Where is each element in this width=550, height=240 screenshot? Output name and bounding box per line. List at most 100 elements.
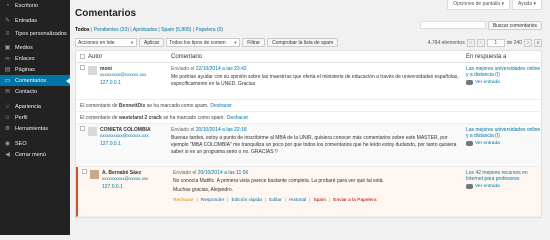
screen-meta-tabs: Opciones de pantalla ▾ Ayuda ▾ (447, 0, 542, 10)
current-page-input[interactable]: 1 (486, 38, 505, 47)
author-ip[interactable]: 127.0.0.1 (100, 80, 146, 86)
bulk-actions-select[interactable]: Acciones en lote ▼ (75, 38, 137, 47)
view-post-link[interactable]: Ver entrada (466, 80, 500, 85)
menu-item-medios[interactable]: ▣ Medios (0, 42, 70, 53)
screen-options-button[interactable]: Opciones de pantalla ▾ (447, 0, 510, 10)
response-post-link[interactable]: Las mejores universidades online y a dis… (466, 63, 541, 78)
filter-spam-link[interactable]: Spam (5,805) (161, 27, 191, 33)
menu-item-enlaces[interactable]: ∞ Enlaces (0, 53, 70, 64)
next-page-button[interactable]: › (524, 38, 532, 47)
reject-action[interactable]: Rechazar (173, 198, 194, 203)
pushpin-icon: ✎ (4, 18, 11, 24)
column-header-comment: Comentario (171, 53, 203, 60)
comment-count-icon (466, 80, 473, 85)
row-checkbox[interactable] (79, 126, 85, 131)
comment-date-link[interactable]: 20/10/2014 a las 11:56 (198, 170, 249, 176)
admin-sidebar: ◔ Escritorio ✎ Entradas ≡ Tipos personaliza… (0, 0, 70, 235)
comment-type-select[interactable]: Todos los tipos de comen ▼ (166, 38, 241, 47)
search-box: Buscar comentarios (419, 21, 542, 30)
menu-label: Perfil (15, 114, 28, 121)
comment-icon: ▭ (4, 78, 11, 84)
author-email[interactable]: xxxxxxxxx@xxxxxx.xxx (100, 72, 146, 77)
spam-action[interactable]: Spam (314, 198, 327, 203)
view-post-link[interactable]: Ver entrada (466, 184, 500, 189)
avatar (90, 170, 99, 179)
menu-item-apariencia[interactable]: ♧ Apariencia (0, 101, 70, 112)
status-filter-links: Todos | Pendientes (33) | Aprobados | Sp… (75, 27, 224, 33)
chevron-down-icon: ▼ (233, 40, 238, 45)
undo-link[interactable]: Deshacer (227, 115, 248, 121)
search-comments-button[interactable]: Buscar comentarios (487, 21, 542, 30)
menu-label: Contacto (15, 88, 38, 95)
select-all-checkbox[interactable] (79, 54, 85, 59)
search-input[interactable] (419, 21, 486, 29)
comment-count-icon (466, 141, 473, 146)
comment-count-icon (466, 184, 473, 189)
response-post-link[interactable]: Las mejores universidades online y a dis… (466, 124, 541, 139)
menu-label: Páginas (15, 66, 35, 73)
row-checkbox[interactable] (79, 65, 85, 70)
response-post-link[interactable]: Los 42 mejores recursos en Internet para… (466, 167, 541, 182)
author-ip[interactable]: 127.0.0.1 (102, 184, 148, 190)
check-spam-button[interactable]: Comprobar la lista de spam (267, 38, 339, 47)
menu-item-paginas[interactable]: ▤ Páginas (0, 64, 70, 75)
trash-action[interactable]: Enviar a la Papelera (333, 198, 376, 203)
comment-date-link[interactable]: 22/10/2014 a las 23:42 (196, 66, 247, 72)
user-icon: ☺ (4, 114, 11, 121)
edit-action[interactable]: Editar (269, 198, 282, 203)
history-action[interactable]: Historial (289, 198, 306, 203)
table-row: moni xxxxxxxxx@xxxxxx.xxx 127.0.0.1 Envi… (76, 63, 541, 100)
seo-icon: ◉ (4, 141, 11, 147)
menu-item-comentarios[interactable]: ▭ Comentarios (0, 75, 70, 86)
help-button[interactable]: Ayuda ▾ (512, 0, 542, 10)
menu-label: Tipos personalizados (15, 31, 67, 37)
first-page-button[interactable]: « (466, 38, 475, 47)
mail-icon: ✉ (4, 89, 11, 95)
prev-page-button[interactable]: ‹ (476, 38, 485, 47)
row-actions: Rechazar | Responder | Edición rápida | Edi… (173, 198, 377, 203)
chevron-down-icon: ▼ (130, 40, 134, 45)
filter-pending-link[interactable]: Pendientes (33) (94, 27, 129, 33)
reply-action[interactable]: Responder (201, 198, 224, 203)
author-ip[interactable]: 127.0.0.1 (100, 141, 151, 147)
last-page-button[interactable]: » (534, 38, 542, 47)
main-content: Opciones de pantalla ▾ Ayuda ▾ Comentari… (70, 0, 550, 235)
comment-text-line2: Muchas gracias, Alejandro. (173, 187, 234, 193)
author-email[interactable]: xxxxxxxxxx@xxxxxx.xxx (100, 133, 151, 138)
quick-edit-action[interactable]: Edición rápida (232, 198, 262, 203)
menu-item-entradas[interactable]: ✎ Entradas (0, 15, 70, 26)
media-icon: ▣ (4, 45, 11, 51)
menu-label: Entradas (15, 17, 38, 24)
comment-text: Buenas tardes, estoy a punto de inscribi… (171, 135, 457, 155)
menu-item-tipos-personalizados[interactable]: ≡ Tipos personalizados (0, 26, 70, 42)
menu-item-perfil[interactable]: ☺ Perfil (0, 112, 70, 123)
menu-label: Enlaces (15, 55, 35, 62)
comment-text: Me podrían ayudar con su opinión sobre l… (171, 74, 459, 87)
menu-item-herramientas[interactable]: ⚙ Herramientas (0, 123, 70, 134)
filter-button[interactable]: Filtrar (242, 38, 266, 47)
comments-table: Autor Comentario En respuesta a moni xxx… (75, 50, 542, 218)
view-post-link[interactable]: Ver entrada (466, 141, 500, 146)
menu-label: SEO (15, 140, 27, 147)
row-checkbox[interactable] (81, 169, 87, 174)
filter-trash-link[interactable]: Papelera (0) (196, 27, 224, 33)
table-nav: Acciones en lote ▼ Aplicar Todos los tipo… (75, 37, 542, 48)
comment-date-link[interactable]: 20/10/2014 a las 22:18 (196, 127, 247, 133)
wrench-icon: ⚙ (4, 126, 11, 132)
apply-button[interactable]: Aplicar (139, 38, 165, 47)
menu-item-escritorio[interactable]: ◔ Escritorio (0, 0, 70, 11)
menu-label: Comentarios (15, 77, 47, 84)
undo-link[interactable]: Deshacer (210, 103, 231, 109)
menu-item-contacto[interactable]: ✉ Contacto (0, 86, 70, 97)
menu-item-cerrar-menu[interactable]: ◀ Cerrar menú (0, 149, 70, 160)
spam-notice: El comentario de wasteland 2 crack se ha… (76, 112, 541, 124)
menu-item-seo[interactable]: ◉ SEO (0, 138, 70, 149)
filter-all-link[interactable]: Todos (75, 27, 90, 33)
pagination: 4.784 elementos « ‹ 1 de 240 › » (428, 38, 542, 47)
column-header-author[interactable]: Autor (88, 54, 171, 60)
column-header-response[interactable]: En respuesta a (466, 54, 541, 60)
author-email[interactable]: xxxxxxxxxx@xxxxx.xxx (102, 176, 148, 181)
comment-meta: Enviado el 20/10/2014 a las 11:56 (173, 170, 249, 176)
collapse-icon: ◀ (5, 152, 10, 158)
filter-approved-link[interactable]: Aprobados (133, 27, 157, 33)
